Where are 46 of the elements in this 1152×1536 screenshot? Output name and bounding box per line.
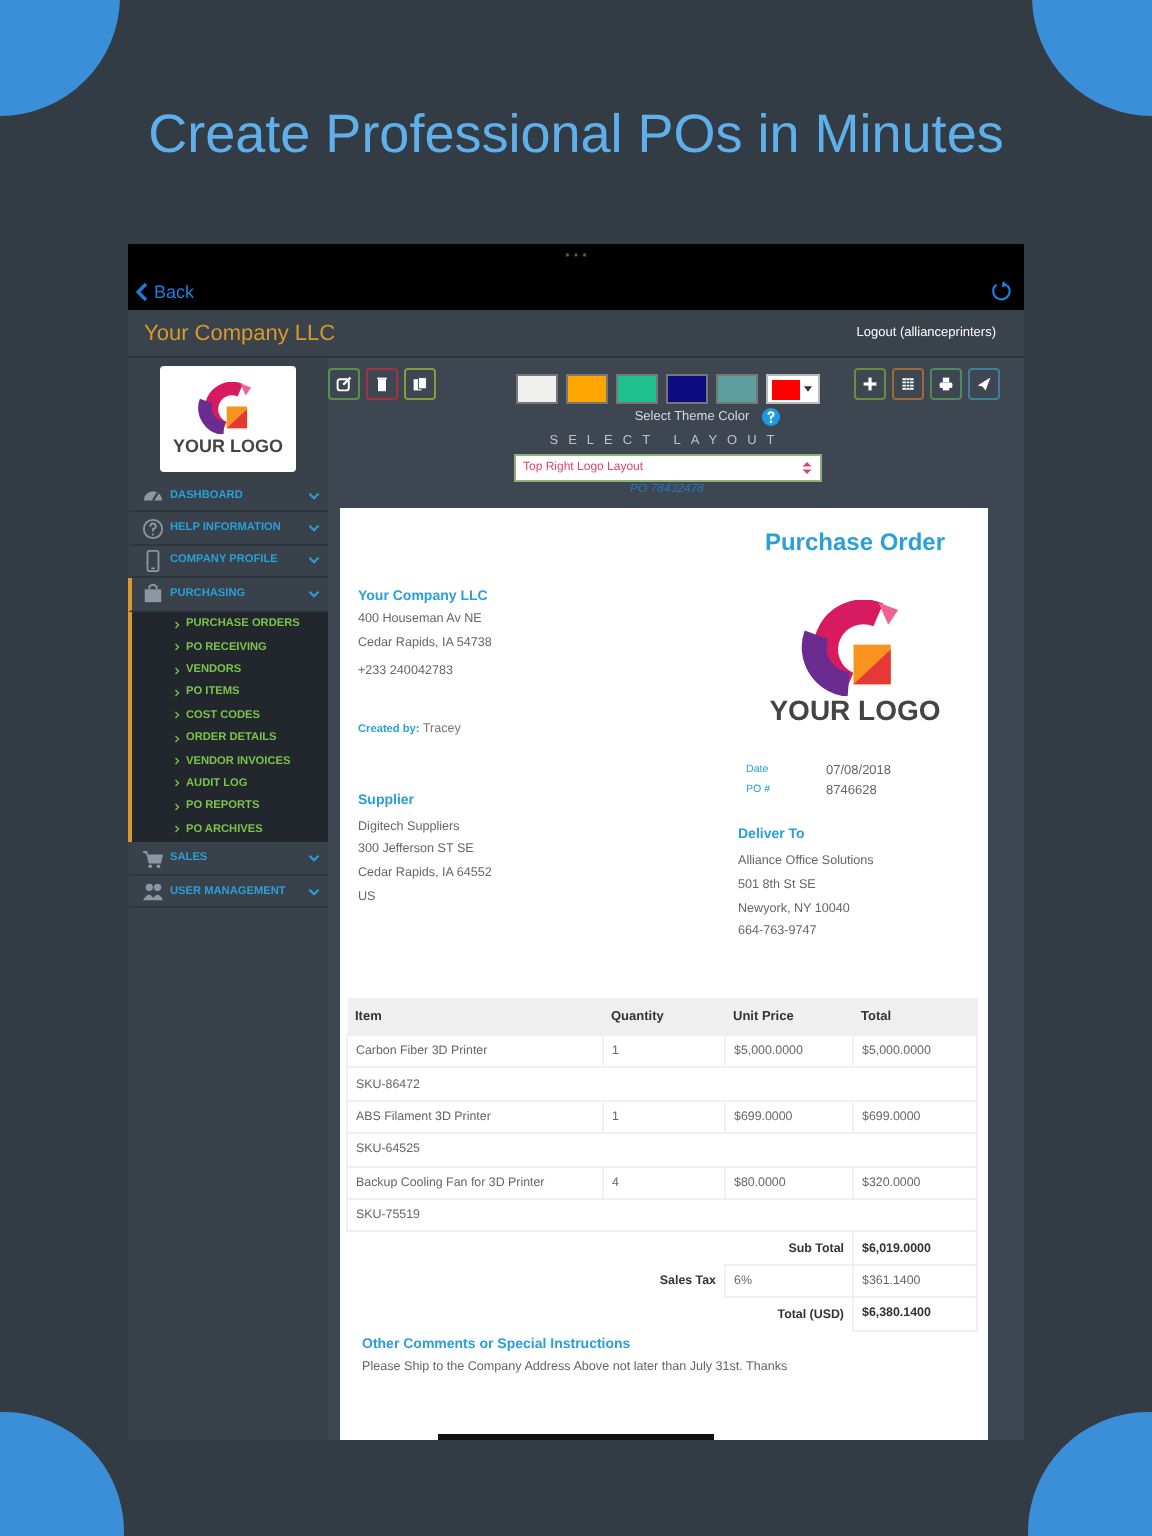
headline: Create Professional POs in Minutes (148, 102, 1004, 168)
color-picker[interactable] (765, 374, 819, 404)
chevron-down-icon (308, 524, 320, 533)
chevron-down-icon (308, 556, 320, 565)
chevron-down-icon (308, 491, 320, 500)
edit-icon (336, 376, 352, 392)
chevron-left-icon (136, 281, 148, 301)
chevron-right-icon (174, 642, 180, 653)
chevron-right-icon (174, 619, 180, 630)
grid-icon (900, 376, 916, 392)
more-dots-icon (564, 252, 588, 258)
refresh-icon[interactable] (990, 280, 1012, 302)
toolbar-button[interactable] (854, 368, 886, 400)
color-swatch[interactable] (515, 374, 557, 404)
help-icon[interactable] (761, 408, 780, 426)
printer-icon (938, 376, 954, 392)
copy-icon (412, 376, 428, 392)
updown-caret-icon (801, 462, 811, 474)
company-name: Your Company LLC (144, 321, 336, 345)
toolbar-button[interactable] (930, 368, 962, 400)
chevron-down-icon (308, 887, 320, 896)
color-swatch[interactable] (615, 374, 657, 404)
chevron-right-icon (174, 801, 180, 812)
help-icon (142, 517, 164, 540)
toolbar-button[interactable] (366, 368, 398, 400)
toolbar-button[interactable] (892, 368, 924, 400)
users-icon (142, 880, 164, 903)
color-swatch[interactable] (715, 374, 757, 404)
trash-icon (374, 376, 390, 392)
toolbar-button[interactable] (968, 368, 1000, 400)
color-swatch[interactable] (565, 374, 607, 404)
plus-icon (862, 376, 878, 392)
back-button[interactable]: Back (136, 281, 195, 301)
chevron-right-icon (174, 710, 180, 721)
chevron-down-icon (308, 854, 320, 863)
logo-text: YOUR LOGO (769, 696, 941, 727)
caret-icon (803, 386, 811, 392)
toolbar-button[interactable] (404, 368, 436, 400)
chevron-right-icon (174, 733, 180, 744)
document-title: Purchase Order (764, 528, 946, 556)
color-swatch[interactable] (665, 374, 707, 404)
send-icon (976, 376, 992, 392)
chevron-down-icon (308, 589, 320, 598)
toolbar-button[interactable] (328, 368, 360, 400)
chevron-right-icon (174, 824, 180, 835)
logo-text: YOUR LOGO (172, 436, 283, 457)
